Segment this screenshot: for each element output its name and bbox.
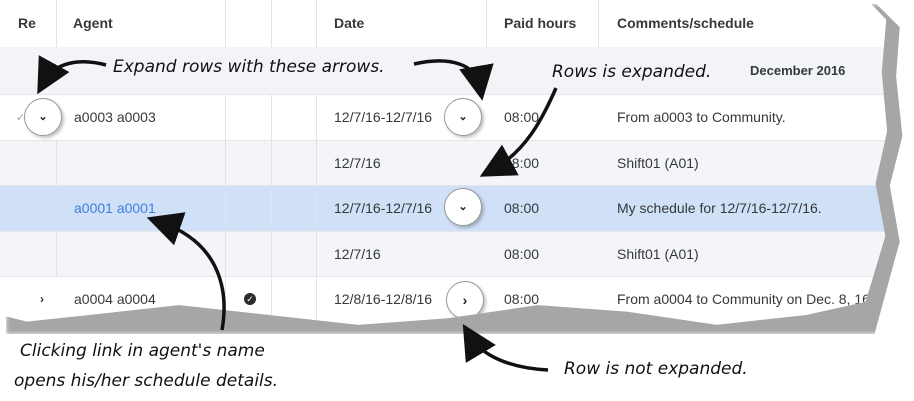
- group-label: December 2016: [750, 63, 846, 78]
- table-sub-row: 12/7/16 08:00 Shift01 (A01): [0, 232, 888, 277]
- expand-row-button[interactable]: ⌄: [444, 98, 482, 136]
- date: 12/7/16: [334, 155, 381, 171]
- column-divider: [56, 232, 57, 276]
- column-divider: [316, 0, 317, 47]
- check-icon: ✓: [16, 112, 26, 124]
- chevron-down-icon: ⌄: [38, 110, 48, 123]
- date: 12/7/16: [334, 246, 381, 262]
- expand-row-button[interactable]: ⌄: [24, 98, 62, 136]
- table-header: Re Agent Date Paid hours Comments/schedu…: [0, 0, 888, 48]
- annotation-row-not-expanded: Row is not expanded.: [564, 359, 748, 379]
- comments: My schedule for 12/7/16-12/7/16.: [617, 200, 822, 216]
- chevron-right-icon: ›: [462, 291, 468, 308]
- column-divider: [598, 0, 599, 47]
- column-divider: [225, 95, 226, 325]
- column-divider: [486, 0, 487, 47]
- paid-hours: 08:00: [504, 109, 540, 125]
- column-divider: [271, 95, 272, 325]
- table-sub-row: 12/7/16 08:00 Shift01 (A01): [0, 141, 888, 186]
- column-divider: [56, 141, 57, 185]
- paid-hours: 08:00: [504, 200, 540, 216]
- expand-row-button[interactable]: ›: [446, 281, 484, 319]
- agent-name: a0003 a0003: [74, 109, 156, 125]
- column-header-paid-hours[interactable]: Paid hours: [504, 0, 576, 47]
- comments: Shift01 (A01): [617, 246, 699, 262]
- annotation-rows-expanded: Rows is expanded.: [552, 62, 712, 82]
- agent-name-link[interactable]: a0001 a0001: [74, 198, 156, 218]
- column-divider: [56, 0, 57, 47]
- date-range: 12/8/16-12/8/16: [334, 291, 433, 307]
- column-header-comments[interactable]: Comments/schedule: [617, 0, 754, 47]
- agent-name: a0004 a0004: [74, 291, 156, 307]
- chevron-right-icon[interactable]: ›: [34, 291, 50, 307]
- column-divider: [271, 0, 272, 47]
- schedule-table-panel: Re Agent Date Paid hours Comments/schedu…: [0, 0, 888, 325]
- comments: From a0004 to Community on Dec. 8, 16.: [617, 291, 874, 307]
- column-header-re[interactable]: Re: [18, 0, 36, 47]
- column-divider: [225, 0, 226, 47]
- annotation-clicking-link-2: opens his/her schedule details.: [14, 371, 279, 391]
- column-divider: [316, 95, 317, 325]
- column-header-date[interactable]: Date: [334, 0, 364, 47]
- paid-hours: 08:00: [504, 155, 540, 171]
- comments: From a0003 to Community.: [617, 109, 786, 125]
- annotation-expand-rows: Expand rows with these arrows.: [113, 57, 385, 77]
- date-range: 12/7/16-12/7/16: [334, 109, 433, 125]
- paid-hours: 08:00: [504, 246, 540, 262]
- check-circle-icon: ✓: [244, 293, 256, 305]
- comments: Shift01 (A01): [617, 155, 699, 171]
- chevron-down-icon: ⌄: [458, 200, 468, 213]
- column-header-agent[interactable]: Agent: [73, 0, 113, 47]
- chevron-down-icon: ⌄: [458, 110, 468, 123]
- date-range: 12/7/16-12/7/16: [334, 200, 433, 216]
- collapse-row-button[interactable]: ⌄: [444, 188, 482, 226]
- annotation-clicking-link-1: Clicking link in agent's name: [20, 341, 265, 361]
- arrow-to-collapsed-row: [462, 324, 549, 372]
